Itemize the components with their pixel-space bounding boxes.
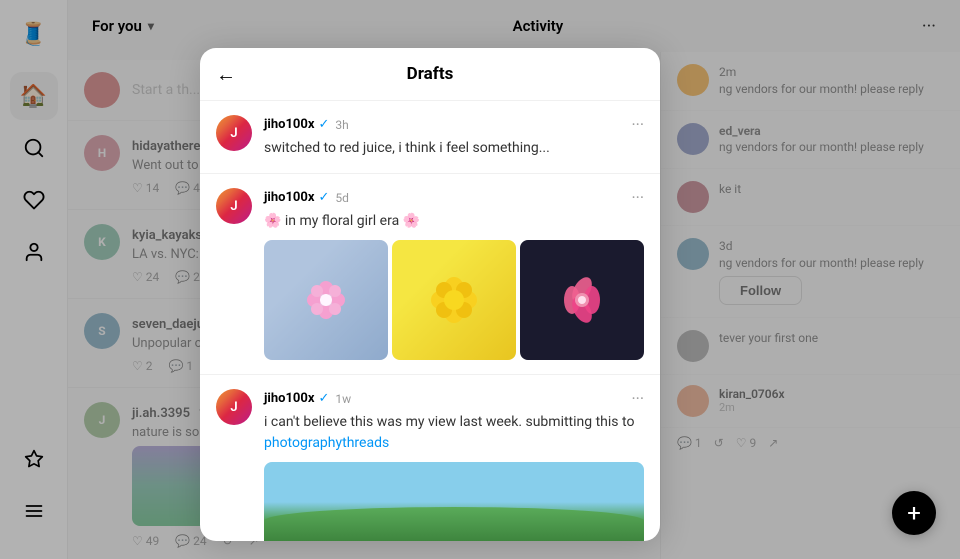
draft-image-flower bbox=[264, 240, 388, 360]
draft-image-pink bbox=[520, 240, 644, 360]
draft-body-3: jiho100x ✓ 1w ··· i can't believe this w… bbox=[264, 389, 644, 541]
fab-button[interactable]: + bbox=[892, 491, 936, 535]
drafts-modal: ← Drafts J jiho100x ✓ 3h ··· switched to… bbox=[200, 48, 660, 541]
draft-time-3: 1w bbox=[335, 392, 351, 406]
draft-dots-2[interactable]: ··· bbox=[631, 188, 644, 207]
draft-username-2: jiho100x bbox=[264, 190, 314, 205]
draft-username-3: jiho100x bbox=[264, 391, 314, 406]
draft-caption-2: 🌸 in my floral girl era 🌸 bbox=[264, 211, 644, 232]
drafts-back-button[interactable]: ← bbox=[216, 62, 236, 87]
draft-verified-1: ✓ bbox=[318, 117, 329, 132]
draft-avatar-2: J bbox=[216, 188, 252, 224]
draft-username-row-1: jiho100x ✓ 3h ··· bbox=[264, 115, 644, 134]
draft-dots-3[interactable]: ··· bbox=[631, 389, 644, 408]
draft-username-row-3: jiho100x ✓ 1w ··· bbox=[264, 389, 644, 408]
draft-landscape-hills bbox=[264, 507, 644, 541]
draft-username-row-2: jiho100x ✓ 5d ··· bbox=[264, 188, 644, 207]
drafts-header: ← Drafts bbox=[200, 48, 660, 101]
draft-item-3[interactable]: J jiho100x ✓ 1w ··· i can't believe this… bbox=[200, 375, 660, 541]
draft-username-1: jiho100x bbox=[264, 117, 314, 132]
draft-avatar-1: J bbox=[216, 115, 252, 151]
draft-link-3[interactable]: photographythreads bbox=[264, 435, 389, 451]
draft-item-1[interactable]: J jiho100x ✓ 3h ··· switched to red juic… bbox=[200, 101, 660, 174]
draft-images-2 bbox=[264, 240, 644, 360]
draft-time-2: 5d bbox=[335, 191, 349, 205]
draft-image-yellow bbox=[392, 240, 516, 360]
draft-dots-1[interactable]: ··· bbox=[631, 115, 644, 134]
draft-verified-2: ✓ bbox=[318, 190, 329, 205]
drafts-list: J jiho100x ✓ 3h ··· switched to red juic… bbox=[200, 101, 660, 541]
draft-item-2[interactable]: J jiho100x ✓ 5d ··· 🌸 in my floral girl … bbox=[200, 174, 660, 375]
draft-verified-3: ✓ bbox=[318, 391, 329, 406]
draft-text-3: i can't believe this was my view last we… bbox=[264, 412, 644, 454]
draft-landscape-image bbox=[264, 462, 644, 541]
draft-body-1: jiho100x ✓ 3h ··· switched to red juice,… bbox=[264, 115, 644, 159]
draft-avatar-3: J bbox=[216, 389, 252, 425]
drafts-title: Drafts bbox=[407, 64, 454, 84]
draft-time-1: 3h bbox=[335, 118, 348, 132]
draft-body-2: jiho100x ✓ 5d ··· 🌸 in my floral girl er… bbox=[264, 188, 644, 360]
draft-text-1: switched to red juice, i think i feel so… bbox=[264, 138, 644, 159]
